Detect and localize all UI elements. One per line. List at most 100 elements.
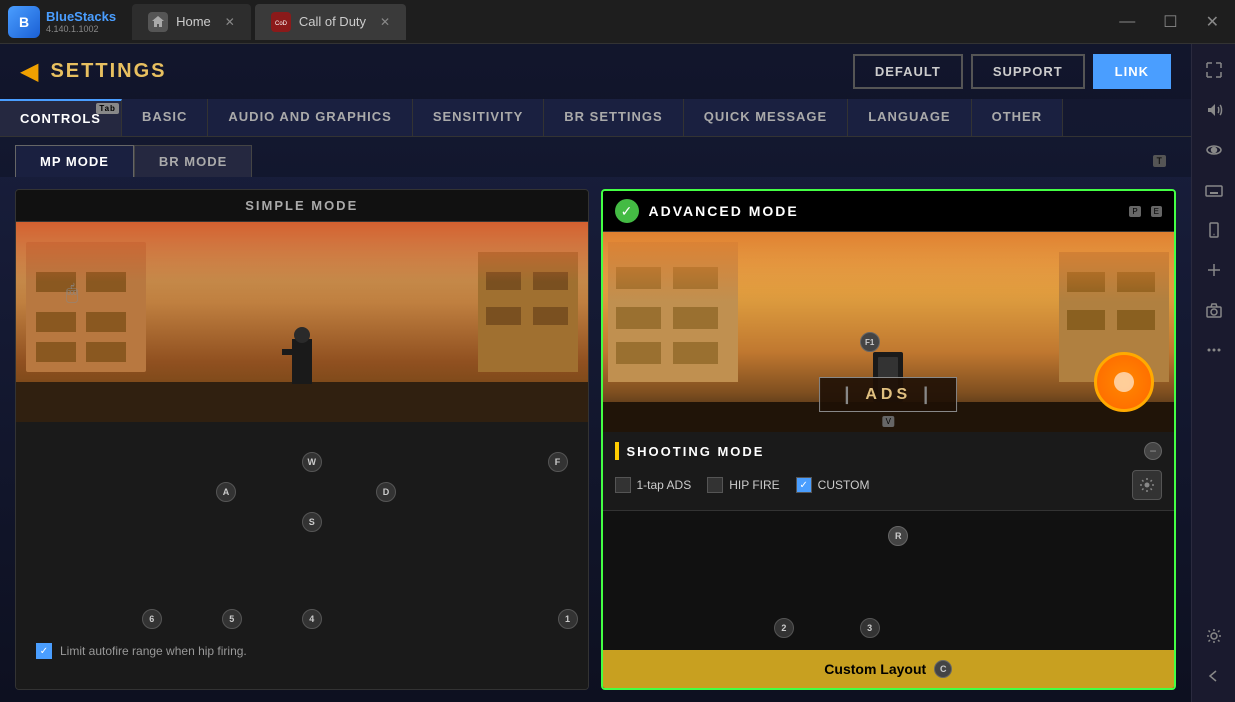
simple-game-scene: 🖱: [16, 222, 588, 422]
e-badge: E: [1151, 206, 1162, 217]
autofire-label: Limit autofire range when hip firing.: [60, 644, 247, 658]
key-4: 4: [302, 609, 322, 629]
home-icon: [148, 12, 168, 32]
tab-language-label: LANGUAGE: [868, 109, 950, 124]
f1-key-badge: F1: [860, 332, 880, 352]
adv-win3: [616, 307, 661, 329]
window9: [486, 307, 521, 325]
tab-audio-graphics-label: AUDIO AND GRAPHICS: [228, 109, 391, 124]
settings-icon[interactable]: [1196, 618, 1232, 654]
app-name: BlueStacks: [46, 9, 116, 25]
hip-fire-checkbox[interactable]: [707, 477, 723, 493]
svg-text:CoD: CoD: [275, 21, 288, 27]
settings-panel: ◀ SETTINGS DEFAULT SUPPORT LINK CONTROLS…: [0, 44, 1191, 702]
one-tap-ads-checkbox[interactable]: [615, 477, 631, 493]
simple-controls-area: W A D S F 6 5 4 1 ✓ Limit autofire range…: [16, 422, 588, 689]
back-arrow-icon[interactable]: [1196, 658, 1232, 694]
hip-fire-option[interactable]: HIP FIRE: [707, 477, 779, 493]
shooting-mode-section: SHOOTING MODE − 1-tap ADS HIP FIRE: [603, 432, 1175, 511]
support-button[interactable]: SUPPORT: [971, 54, 1085, 89]
custom-checkbox[interactable]: ✓: [796, 477, 812, 493]
custom-layout-button[interactable]: Custom Layout C: [603, 650, 1175, 688]
collapse-button[interactable]: −: [1144, 442, 1162, 460]
cod-tab-close[interactable]: ✕: [380, 15, 390, 29]
advanced-game-scene: F1 | ADS | V: [603, 232, 1175, 432]
expand-icon[interactable]: [1196, 52, 1232, 88]
tab-language[interactable]: LANGUAGE: [848, 99, 971, 136]
link-button[interactable]: LINK: [1093, 54, 1171, 89]
key-6: 6: [142, 609, 162, 629]
cod-icon: CoD: [271, 12, 291, 32]
default-button[interactable]: DEFAULT: [853, 54, 963, 89]
autofire-checkbox[interactable]: ✓: [36, 643, 52, 659]
custom-option[interactable]: ✓ CUSTOM: [796, 477, 870, 493]
close-button[interactable]: ✕: [1198, 8, 1227, 36]
v-badge: V: [883, 416, 894, 427]
adv-win10: [1117, 310, 1155, 330]
ads-pipe-right: |: [923, 384, 932, 405]
camera-icon[interactable]: [1196, 292, 1232, 328]
advanced-check-circle: ✓: [615, 199, 639, 223]
advanced-mode-panel: ✓ ADVANCED MODE P E: [601, 189, 1177, 690]
mp-mode-tab[interactable]: MP MODE: [15, 145, 134, 177]
key-badge-2: 2: [774, 618, 794, 638]
minimize-button[interactable]: —: [1111, 9, 1143, 35]
one-tap-ads-option[interactable]: 1-tap ADS: [615, 477, 692, 493]
tab-quick-message-label: QUICK MESSAGE: [704, 109, 828, 124]
phone-icon[interactable]: [1196, 212, 1232, 248]
simple-scene-bg: 🖱: [16, 222, 588, 422]
key-f: F: [548, 452, 568, 472]
shoot-button[interactable]: [1094, 352, 1154, 412]
tab-br-settings[interactable]: BR SETTINGS: [544, 99, 683, 136]
adv-win9: [1067, 310, 1105, 330]
br-mode-tab[interactable]: BR MODE: [134, 145, 252, 177]
tab-audio-graphics[interactable]: AUDIO AND GRAPHICS: [208, 99, 412, 136]
bullet-icon: [1110, 368, 1138, 396]
key-d: D: [376, 482, 396, 502]
tab-controls[interactable]: CONTROLS Tab: [0, 99, 122, 136]
key-w: W: [302, 452, 322, 472]
custom-layout-label: Custom Layout: [824, 661, 926, 677]
soldier-head: [294, 327, 310, 343]
tab-other-label: OTHER: [992, 109, 1043, 124]
ads-overlay: | ADS |: [819, 377, 957, 412]
yellow-bar: [615, 442, 619, 460]
shooting-settings-gear[interactable]: [1132, 470, 1162, 500]
one-tap-ads-label: 1-tap ADS: [637, 478, 692, 492]
window-controls: — ☐ ✕: [1111, 8, 1227, 36]
settings-title-text: SETTINGS: [50, 60, 166, 83]
advanced-mode-title: ADVANCED MODE: [649, 203, 799, 219]
home-tab[interactable]: Home ✕: [132, 4, 251, 40]
app-logo-icon: B: [8, 6, 40, 38]
cod-tab[interactable]: CoD Call of Duty ✕: [255, 4, 406, 40]
tab-quick-message[interactable]: QUICK MESSAGE: [684, 99, 849, 136]
tab-sensitivity[interactable]: SENSITIVITY: [413, 99, 544, 136]
tab-other[interactable]: OTHER: [972, 99, 1064, 136]
main-area: ◀ SETTINGS DEFAULT SUPPORT LINK CONTROLS…: [0, 44, 1235, 702]
keyboard-icon[interactable]: [1196, 172, 1232, 208]
volume-icon[interactable]: [1196, 92, 1232, 128]
app-version: 4.140.1.1002: [46, 24, 116, 34]
app-name-version: BlueStacks 4.140.1.1002: [46, 9, 116, 35]
eye-icon[interactable]: [1196, 132, 1232, 168]
maximize-button[interactable]: ☐: [1155, 8, 1185, 36]
settings-title-group: ◀ SETTINGS: [20, 57, 166, 86]
cod-tab-label: Call of Duty: [299, 14, 366, 29]
settings-header: ◀ SETTINGS DEFAULT SUPPORT LINK: [0, 44, 1191, 99]
key-a: A: [216, 482, 236, 502]
r-key-badge: R: [888, 526, 908, 546]
shooting-mode-title: SHOOTING MODE: [627, 444, 765, 459]
app-logo: B BlueStacks 4.140.1.1002: [8, 6, 116, 38]
home-tab-close[interactable]: ✕: [225, 15, 235, 29]
add-icon[interactable]: [1196, 252, 1232, 288]
key-1: 1: [558, 609, 578, 629]
autofire-checkbox-row[interactable]: ✓ Limit autofire range when hip firing.: [36, 643, 247, 659]
more-dots-icon[interactable]: [1196, 332, 1232, 368]
right-sidebar: [1191, 44, 1235, 702]
tab-basic[interactable]: BASIC: [122, 99, 208, 136]
tab-controls-label: CONTROLS: [20, 111, 101, 126]
ads-label: ADS: [865, 386, 911, 404]
adv-sky: [603, 232, 1175, 302]
adv-win5: [616, 342, 661, 364]
settings-tab-nav: CONTROLS Tab BASIC AUDIO AND GRAPHICS SE…: [0, 99, 1191, 137]
